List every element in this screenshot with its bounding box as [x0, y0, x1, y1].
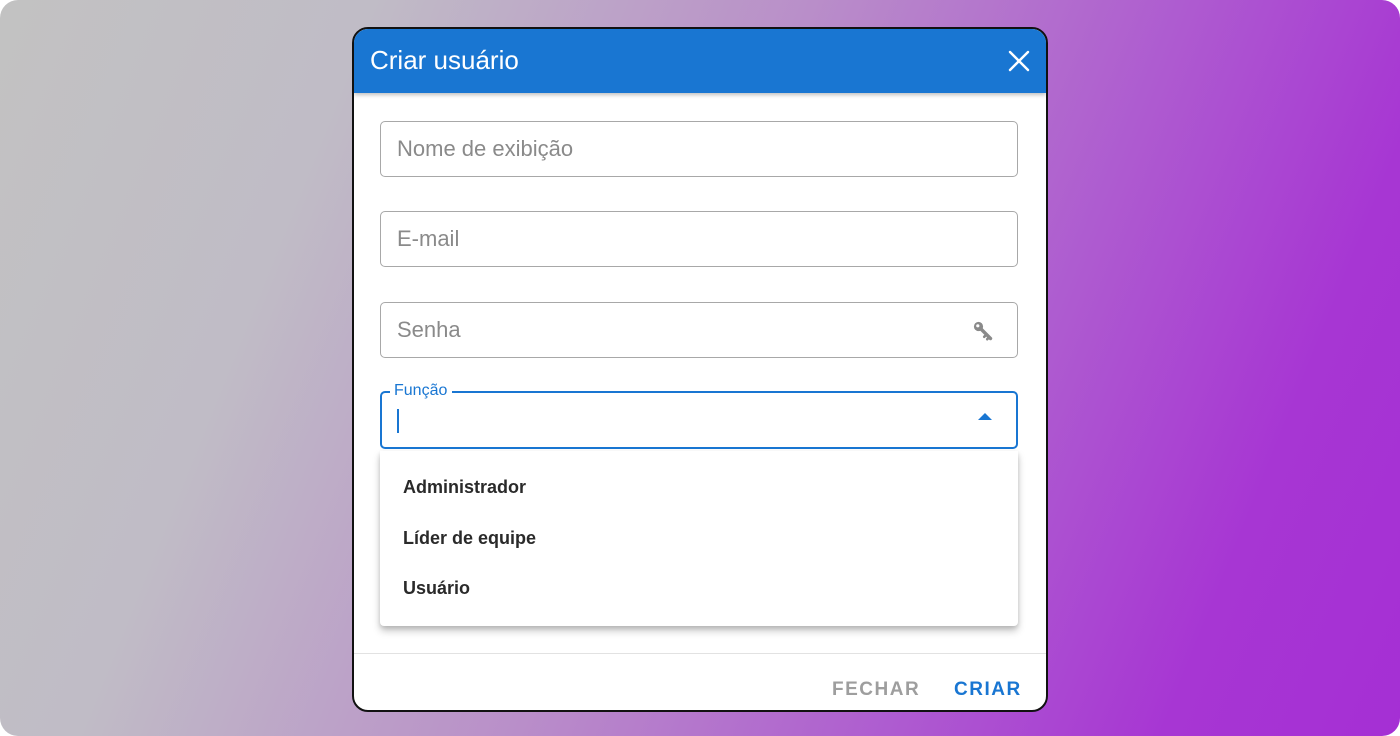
password-field: [380, 302, 1018, 358]
dialog-title: Criar usuário: [370, 45, 519, 75]
close-icon: [1008, 50, 1030, 72]
email-field: [380, 211, 1018, 267]
password-input[interactable]: [397, 303, 957, 357]
role-dropdown-menu: Administrador Líder de equipe Usuário: [380, 451, 1018, 626]
menu-item-lider-de-equipe[interactable]: Líder de equipe: [380, 513, 1018, 563]
dialog-header: Criar usuário: [354, 29, 1046, 93]
close-button[interactable]: [1004, 46, 1034, 76]
email-input[interactable]: [397, 212, 957, 266]
text-cursor: [397, 409, 399, 433]
display-name-input[interactable]: [397, 122, 957, 176]
role-select[interactable]: Função: [380, 382, 1018, 449]
create-button[interactable]: CRIAR: [954, 677, 1022, 703]
role-label: Função: [390, 382, 453, 400]
close-dialog-button[interactable]: FECHAR: [832, 677, 920, 703]
key-icon[interactable]: [971, 319, 995, 343]
arrow-up-icon[interactable]: [978, 413, 992, 420]
display-name-field: [380, 121, 1018, 177]
create-user-dialog: Criar usuário Função: [352, 27, 1048, 712]
menu-item-usuario[interactable]: Usuário: [380, 563, 1018, 613]
footer-divider: [354, 653, 1046, 654]
menu-item-administrador[interactable]: Administrador: [380, 462, 1018, 512]
